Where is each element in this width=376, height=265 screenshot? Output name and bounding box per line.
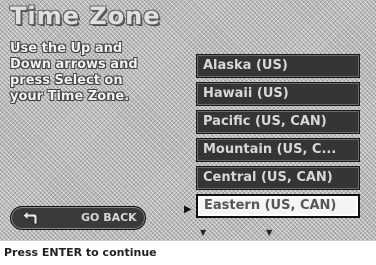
status-bar: Press ENTER to continue bbox=[0, 240, 376, 265]
instruction-text: Use the Up and Down arrows and press Sel… bbox=[10, 41, 138, 104]
go-back-button[interactable]: GO BACK bbox=[10, 206, 146, 230]
page-title: Time Zone bbox=[10, 2, 161, 30]
zone-option-pacific[interactable]: Pacific (US, CAN) bbox=[196, 110, 360, 134]
go-back-label: GO BACK bbox=[81, 211, 137, 224]
zone-option-central[interactable]: Central (US, CAN) bbox=[196, 166, 360, 190]
back-arrow-icon bbox=[22, 210, 38, 225]
zone-option-eastern[interactable]: Eastern (US, CAN) bbox=[196, 194, 360, 218]
zone-option-hawaii[interactable]: Hawaii (US) bbox=[196, 82, 360, 106]
time-zone-list: Alaska (US) Hawaii (US) Pacific (US, CAN… bbox=[196, 54, 360, 222]
zone-option-alaska[interactable]: Alaska (US) bbox=[196, 54, 360, 78]
time-zone-screen: Time Zone Use the Up and Down arrows and… bbox=[0, 0, 376, 240]
status-text: Press ENTER to continue bbox=[4, 246, 157, 259]
scroll-down-indicator-icon: ▼▼ bbox=[200, 228, 333, 237]
selection-pointer-icon: ▶ bbox=[184, 204, 192, 215]
zone-option-mountain[interactable]: Mountain (US, C... bbox=[196, 138, 360, 162]
